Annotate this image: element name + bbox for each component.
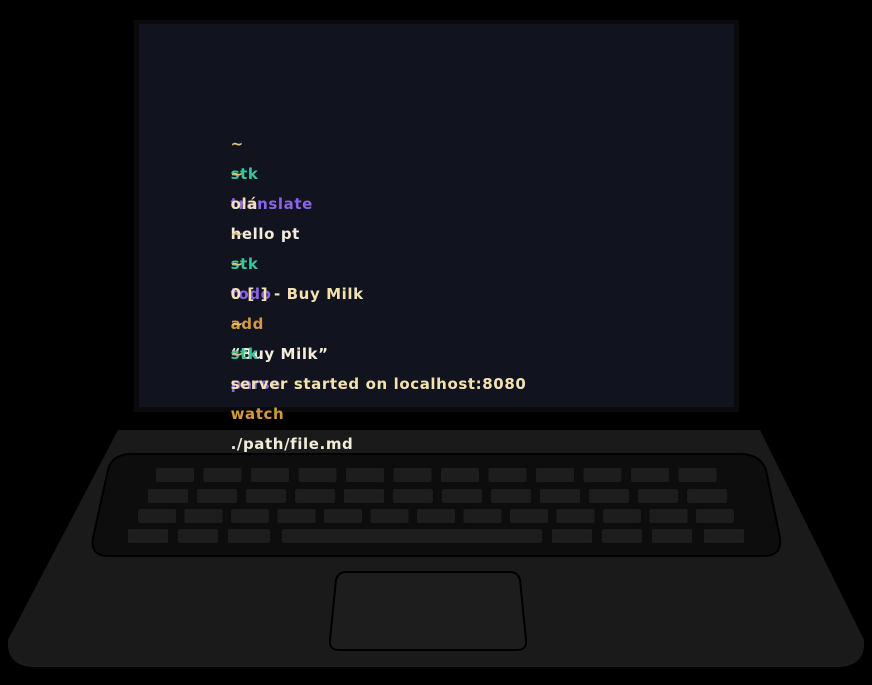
keyboard-key: [324, 509, 362, 523]
output-text: server started on localhost:8080: [230, 375, 527, 393]
output-text: 0 [ ] - Buy Milk: [230, 285, 364, 303]
keyboard-key: [251, 468, 289, 482]
keyboard-key: [128, 529, 168, 543]
keyboard-key: [393, 489, 433, 503]
terminal-output: ~ stk translate hello pt ~ olá ~ stk tod…: [184, 99, 526, 453]
keyboard-key: [510, 509, 548, 523]
keyboard-key: [184, 509, 223, 523]
laptop-screen: ~ stk translate hello pt ~ olá ~ stk tod…: [139, 24, 734, 453]
keyboard-key: [138, 509, 176, 523]
keyboard-key: [687, 489, 727, 503]
keyboard-key: [463, 509, 502, 523]
keyboard-key: [277, 509, 316, 523]
subcommand-action: watch: [230, 405, 285, 423]
prompt-symbol: ~: [230, 135, 244, 153]
output-text: olá: [230, 195, 258, 213]
keyboard-key: [178, 529, 218, 543]
keyboard-key: [417, 509, 455, 523]
keyboard-key: [649, 509, 688, 523]
prompt-symbol: ~: [230, 165, 244, 183]
keyboard-key: [441, 468, 479, 482]
terminal-line-command: ~ stk translate hello pt: [184, 99, 526, 243]
keyboard-key: [197, 489, 237, 503]
keyboard-key: [696, 509, 734, 523]
keyboard-key: [344, 489, 384, 503]
keyboard-key: [589, 489, 629, 503]
keyboard-key: [370, 509, 409, 523]
prompt-symbol: ~: [230, 255, 244, 273]
keyboard-key: [678, 468, 717, 482]
keyboard-key: [295, 489, 335, 503]
keyboard-key: [536, 468, 574, 482]
keyboard-key: [631, 468, 669, 482]
keyboard-key: [148, 489, 188, 503]
keyboard-key: [603, 509, 641, 523]
keyboard-key: [602, 529, 642, 543]
keyboard-key: [638, 489, 678, 503]
prompt-symbol: ~: [230, 315, 244, 333]
keyboard-key: [393, 468, 432, 482]
keyboard-key: [652, 529, 692, 543]
prompt-symbol: ~: [230, 225, 244, 243]
keyboard-key: [231, 509, 269, 523]
keyboard-key: [346, 468, 384, 482]
keyboard-key: [704, 529, 744, 543]
keyboard-key: [556, 509, 595, 523]
keyboard-key: [491, 489, 531, 503]
command-arguments: ./path/file.md: [230, 435, 354, 453]
keyboard-key: [442, 489, 482, 503]
keyboard-key: [282, 529, 542, 543]
keyboard-key: [552, 529, 592, 543]
keyboard-key: [246, 489, 286, 503]
prompt-symbol: ~: [230, 345, 244, 363]
keyboard-key: [298, 468, 337, 482]
trackpad: [328, 571, 528, 651]
keyboard-key: [228, 529, 270, 543]
keyboard-key: [488, 468, 527, 482]
keyboard-key: [540, 489, 580, 503]
keyboard-key: [583, 468, 622, 482]
laptop-illustration: ~ stk translate hello pt ~ olá ~ stk tod…: [0, 0, 872, 685]
